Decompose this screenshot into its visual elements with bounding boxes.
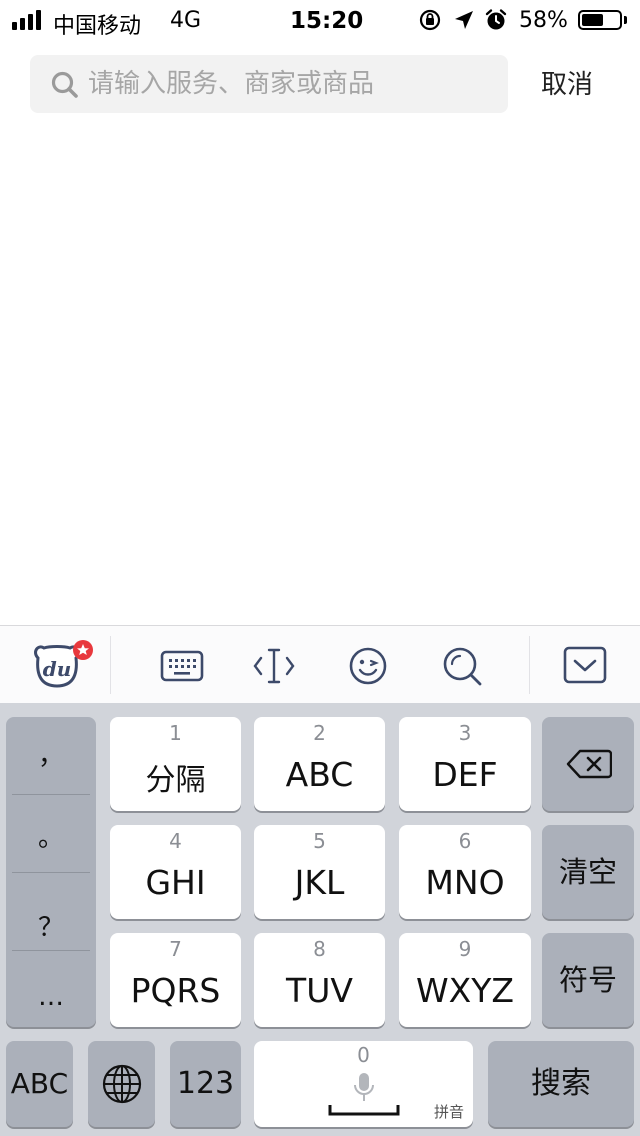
key-number: 9 bbox=[458, 937, 472, 961]
divider bbox=[12, 872, 90, 873]
battery-percent: 58% bbox=[519, 8, 568, 33]
search-icon[interactable] bbox=[440, 644, 484, 688]
key-label: TUV bbox=[286, 971, 353, 1010]
battery-tip bbox=[624, 16, 627, 24]
globe-icon bbox=[102, 1064, 142, 1104]
space-number: 0 bbox=[357, 1043, 370, 1067]
key-7-pqrs[interactable]: 7 PQRS bbox=[110, 933, 241, 1027]
cancel-button[interactable]: 取消 bbox=[526, 66, 608, 104]
keyboard-toolbar: du bbox=[0, 625, 640, 704]
key-label: 分隔 bbox=[145, 763, 206, 798]
punctuation-panel[interactable]: ， 。 ？ … bbox=[6, 717, 96, 1027]
search-input[interactable] bbox=[88, 55, 488, 113]
toolbar-divider bbox=[110, 636, 111, 694]
rotation-lock-icon bbox=[419, 9, 441, 31]
number-switch-key[interactable]: 123 bbox=[170, 1041, 241, 1127]
collapse-keyboard-icon[interactable] bbox=[563, 644, 607, 688]
status-bar: 中国移动 4G 15:20 58% bbox=[0, 0, 640, 42]
cursor-icon[interactable] bbox=[252, 644, 296, 688]
globe-key[interactable] bbox=[88, 1041, 155, 1127]
divider bbox=[12, 950, 90, 951]
du-logo-text: du bbox=[43, 657, 72, 681]
punct-comma[interactable]: ， bbox=[6, 735, 96, 795]
key-label: GHI bbox=[145, 863, 206, 902]
key-9-wxyz[interactable]: 9 WXYZ bbox=[399, 933, 531, 1027]
punct-period[interactable]: 。 bbox=[6, 817, 96, 877]
clock-time: 15:20 bbox=[290, 8, 364, 34]
key-label: JKL bbox=[294, 863, 345, 902]
space-key[interactable]: 0 拼音 bbox=[254, 1041, 473, 1127]
key-label: MNO bbox=[425, 863, 505, 902]
key-4-ghi[interactable]: 4 GHI bbox=[110, 825, 241, 919]
pinyin-label: 拼音 bbox=[434, 1103, 465, 1121]
divider bbox=[12, 794, 90, 795]
clear-label: 清空 bbox=[558, 855, 617, 889]
carrier-name: 中国移动 bbox=[53, 14, 142, 39]
emoji-icon[interactable] bbox=[346, 644, 390, 688]
key-5-jkl[interactable]: 5 JKL bbox=[254, 825, 385, 919]
symbols-label: 符号 bbox=[558, 963, 617, 997]
key-label: ABC bbox=[285, 755, 354, 794]
key-label: DEF bbox=[432, 755, 498, 794]
toolbar-divider bbox=[529, 636, 530, 694]
search-key-label: 搜索 bbox=[531, 1066, 591, 1101]
key-number: 1 bbox=[169, 721, 182, 745]
location-arrow-icon bbox=[455, 11, 473, 29]
pinyin-keyboard: ， 。 ？ … 1 分隔 2 ABC 3 DEF 4 GHI 5 JKL 6 M… bbox=[0, 703, 640, 1136]
key-3-def[interactable]: 3 DEF bbox=[399, 717, 531, 811]
clear-key[interactable]: 清空 bbox=[542, 825, 634, 919]
search-bar[interactable] bbox=[30, 55, 508, 113]
punct-ellipsis[interactable]: … bbox=[6, 982, 96, 1022]
network-type: 4G bbox=[170, 8, 202, 33]
key-label: WXYZ bbox=[415, 971, 514, 1010]
key-number: 7 bbox=[169, 937, 182, 961]
punct-question[interactable]: ？ bbox=[6, 907, 96, 967]
key-8-tuv[interactable]: 8 TUV bbox=[254, 933, 385, 1027]
key-6-mno[interactable]: 6 MNO bbox=[399, 825, 531, 919]
search-icon bbox=[51, 71, 78, 98]
du-bear-logo-icon[interactable]: du bbox=[30, 636, 96, 696]
microphone-icon bbox=[354, 1073, 374, 1101]
key-number: 6 bbox=[458, 829, 472, 853]
battery-icon bbox=[578, 10, 622, 30]
abc-switch-key[interactable]: ABC bbox=[6, 1041, 73, 1127]
key-number: 3 bbox=[458, 721, 472, 745]
key-number: 2 bbox=[313, 721, 326, 745]
key-1-separator[interactable]: 1 分隔 bbox=[110, 717, 241, 811]
abc-label: ABC bbox=[10, 1067, 69, 1100]
key-number: 8 bbox=[313, 937, 326, 961]
number-switch-label: 123 bbox=[176, 1066, 235, 1101]
key-label: PQRS bbox=[130, 971, 221, 1010]
space-bar-icon bbox=[328, 1105, 400, 1116]
alarm-clock-icon bbox=[485, 9, 507, 30]
key-number: 4 bbox=[169, 829, 182, 853]
backspace-key[interactable] bbox=[542, 717, 634, 811]
key-number: 5 bbox=[313, 829, 326, 853]
keyboard-icon[interactable] bbox=[160, 644, 204, 688]
symbols-key[interactable]: 符号 bbox=[542, 933, 634, 1027]
backspace-icon bbox=[566, 749, 612, 779]
key-2-abc[interactable]: 2 ABC bbox=[254, 717, 385, 811]
search-key[interactable]: 搜索 bbox=[488, 1041, 634, 1127]
